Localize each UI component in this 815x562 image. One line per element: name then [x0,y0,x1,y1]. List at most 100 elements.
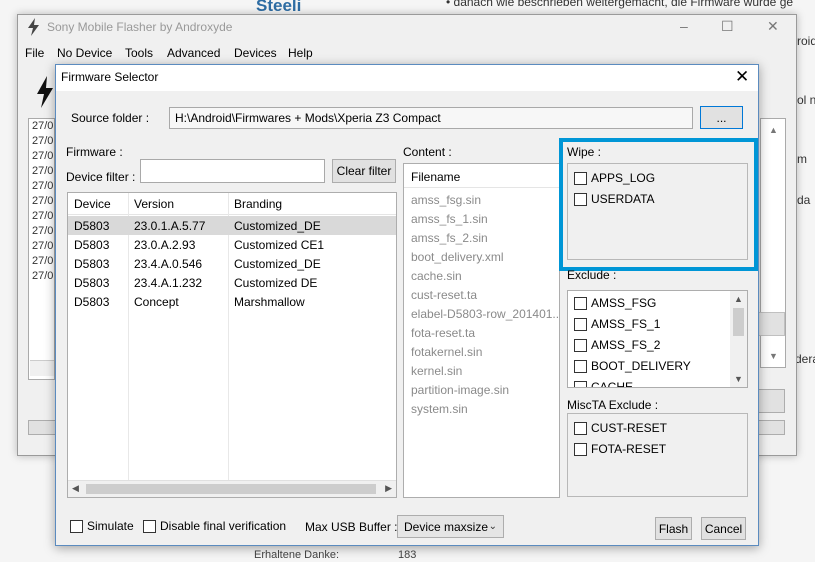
checkbox-icon[interactable] [574,296,587,310]
cell-branding: Customized CE1 [234,238,325,252]
column-branding[interactable]: Branding [234,197,282,211]
menu-file[interactable]: File [25,46,44,60]
main-right-button-3[interactable] [757,420,785,435]
scroll-up-icon[interactable]: ▲ [734,294,743,304]
disable-verification-checkbox[interactable]: Disable final verification [143,519,286,533]
cell-version: 23.0.A.2.93 [134,238,196,252]
flash-toolbar-icon[interactable] [36,76,54,111]
log-line: 27/0 [32,180,54,192]
miscta-checkbox-fota-reset[interactable]: FOTA-RESET [574,442,666,456]
checkbox-label: CUST-RESET [591,421,668,435]
exclude-checkbox-amss-fs-1[interactable]: AMSS_FS_1 [574,317,660,331]
checkbox-icon[interactable] [574,317,587,331]
browse-button[interactable]: ... [700,106,743,129]
firmware-hscrollbar[interactable]: ◀ ▶ [68,480,396,497]
table-row[interactable]: D5803 23.4.A.1.232 Customized DE [68,273,396,292]
content-header[interactable]: Filename [404,164,559,188]
background-fragment: ol n [797,93,815,107]
checkbox-icon[interactable] [574,442,587,456]
background-text-line: • danach wie beschrieben weitergemacht, … [446,0,794,9]
column-version[interactable]: Version [134,197,174,211]
exclude-checkbox-boot-delivery[interactable]: BOOT_DELIVERY [574,359,691,373]
background-fragment: dera [795,352,815,366]
menu-no-device[interactable]: No Device [57,46,112,60]
miscta-checkbox-cust-reset[interactable]: CUST-RESET [574,421,667,435]
exclude-checkbox-amss-fsg[interactable]: AMSS_FSG [574,296,656,310]
exclude-checkbox-amss-fs-2[interactable]: AMSS_FS_2 [574,338,660,352]
main-left-button[interactable] [28,420,56,435]
table-row[interactable]: D5803 Concept Marshmallow [68,292,396,311]
list-item[interactable]: boot_delivery.xml [411,250,503,264]
menu-advanced[interactable]: Advanced [167,46,220,60]
checkbox-icon[interactable] [574,421,587,435]
checkbox-label: Disable final verification [160,519,287,533]
cell-device: D5803 [74,295,110,309]
checkbox-icon[interactable] [574,380,587,387]
table-row[interactable]: D5803 23.4.A.0.546 Customized_DE [68,254,396,273]
list-item[interactable]: partition-image.sin [411,383,509,397]
log-hscroll[interactable] [30,360,54,376]
list-item[interactable]: system.sin [411,402,468,416]
list-item[interactable]: amss_fs_1.sin [411,212,488,226]
background-fragment: m [797,152,807,166]
scrollbar-thumb[interactable] [86,484,376,494]
list-item[interactable]: cache.sin [411,269,462,283]
exclude-checkbox-cache[interactable]: CACHE [574,380,634,388]
checkbox-label: BOOT_DELIVERY [591,359,691,373]
clear-filter-button[interactable]: Clear filter [332,159,396,183]
max-usb-label: Max USB Buffer : [305,520,398,534]
main-right-button-1[interactable] [757,312,785,336]
list-item[interactable]: fotakernel.sin [411,345,482,359]
dialog-close-icon[interactable]: ✕ [735,67,749,87]
scroll-down-icon[interactable]: ▼ [769,351,778,361]
list-item[interactable]: kernel.sin [411,364,462,378]
menu-tools[interactable]: Tools [125,46,153,60]
checkbox-label: Simulate [87,519,134,533]
table-row[interactable]: D5803 23.0.A.2.93 Customized CE1 [68,235,396,254]
log-line: 27/0 [32,270,54,282]
menu-devices[interactable]: Devices [234,46,277,60]
firmware-label: Firmware : [66,145,123,159]
list-item[interactable]: amss_fsg.sin [411,193,481,207]
main-window-title: Sony Mobile Flasher by Androxyde [47,20,233,34]
main-right-button-2[interactable] [757,389,785,413]
scroll-down-icon[interactable]: ▼ [734,374,743,384]
flash-button[interactable]: Flash [655,517,692,540]
checkbox-icon[interactable] [574,338,587,352]
dialog-title: Firmware Selector [61,70,159,84]
checkbox-icon[interactable] [574,359,587,373]
column-device[interactable]: Device [74,197,111,211]
main-close-icon[interactable]: ✕ [767,18,779,35]
checkbox-icon[interactable] [143,519,156,533]
scroll-left-icon[interactable]: ◀ [72,483,79,494]
scroll-up-icon[interactable]: ▲ [769,125,778,135]
checkbox-label: CACHE [591,380,634,388]
scroll-right-icon[interactable]: ▶ [385,483,392,494]
cell-branding: Customized_DE [234,257,321,271]
menu-help[interactable]: Help [288,46,313,60]
checkbox-icon[interactable] [70,519,83,533]
background-thanks-label: Erhaltene Danke: [254,549,339,561]
list-item[interactable]: fota-reset.ta [411,326,475,340]
source-folder-field[interactable]: H:\Android\Firmwares + Mods\Xperia Z3 Co… [169,107,693,129]
app-icon [27,18,41,39]
filename-column[interactable]: Filename [411,170,460,184]
cell-version: 23.4.A.1.232 [134,276,203,290]
list-item[interactable]: elabel-D5803-row_201401... [411,307,559,321]
cancel-button[interactable]: Cancel [701,517,746,540]
simulate-checkbox[interactable]: Simulate [70,519,134,533]
content-list: Filename amss_fsg.sin amss_fs_1.sin amss… [403,163,560,498]
exclude-vscrollbar[interactable]: ▲ ▼ [730,291,747,387]
minimize-icon[interactable]: – [680,18,688,34]
list-item[interactable]: cust-reset.ta [411,288,477,302]
device-filter-input[interactable] [140,159,325,183]
scrollbar-thumb[interactable] [733,308,744,336]
log-line: 27/0 [32,210,54,222]
list-item[interactable]: amss_fs_2.sin [411,231,488,245]
miscta-group: CUST-RESET FOTA-RESET [567,413,748,497]
chevron-down-icon: ⌄ [488,521,497,532]
max-usb-select[interactable]: Device maxsize ⌄ [397,515,504,538]
table-row[interactable]: D5803 23.0.1.A.5.77 Customized_DE [68,216,396,235]
maximize-icon[interactable]: ☐ [721,18,734,35]
cell-version: Concept [134,295,179,309]
